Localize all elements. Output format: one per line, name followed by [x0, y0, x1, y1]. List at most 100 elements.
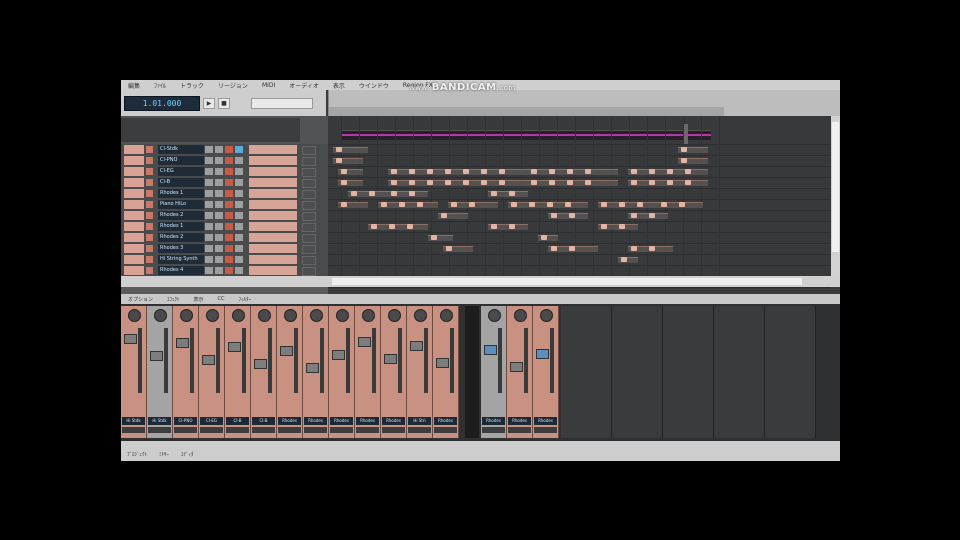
note-event[interactable] [441, 213, 447, 218]
track-row[interactable]: CI-PNO [121, 155, 328, 166]
record-enable-button[interactable] [146, 146, 153, 153]
track-number[interactable] [124, 255, 144, 264]
channel-strip[interactable]: Hi Stdk [121, 306, 147, 438]
track-row[interactable]: CI-Stdk [121, 144, 328, 155]
volume-fader[interactable] [358, 337, 371, 347]
note-event[interactable] [585, 180, 591, 185]
channel-strip[interactable]: Rhodes [481, 306, 507, 438]
mute-button[interactable] [205, 234, 213, 241]
pan-knob[interactable] [414, 309, 427, 322]
note-event[interactable] [499, 180, 505, 185]
pan-knob[interactable] [488, 309, 501, 322]
record-button[interactable] [225, 245, 233, 252]
timeline-ruler[interactable] [328, 90, 840, 116]
volume-fader[interactable] [484, 345, 497, 355]
solo-button[interactable] [215, 179, 223, 186]
track-row[interactable]: Rhodes 2 [121, 232, 328, 243]
channel-strip[interactable]: Rhodes [355, 306, 381, 438]
volume-fader[interactable] [436, 358, 449, 368]
note-event[interactable] [341, 180, 347, 185]
track-row[interactable]: Rhodes 1 [121, 188, 328, 199]
note-event[interactable] [601, 224, 607, 229]
channel-output[interactable] [330, 427, 353, 433]
track-number[interactable] [124, 266, 144, 275]
channel-strip[interactable]: Rhodes [433, 306, 459, 438]
pan-knob[interactable] [540, 309, 553, 322]
stop-button[interactable]: ■ [218, 98, 230, 109]
menu-item[interactable]: ウインドウ [352, 81, 396, 90]
channel-output[interactable] [382, 427, 405, 433]
record-enable-button[interactable] [146, 157, 153, 164]
solo-button[interactable] [215, 223, 223, 230]
volume-fader[interactable] [249, 189, 297, 198]
note-event[interactable] [481, 169, 487, 174]
solo-button[interactable] [215, 234, 223, 241]
note-event[interactable] [649, 213, 655, 218]
mute-button[interactable] [205, 256, 213, 263]
menu-item[interactable]: オーディオ [282, 81, 326, 90]
solo-button[interactable] [215, 245, 223, 252]
note-event[interactable] [499, 169, 505, 174]
track-row[interactable]: Piano HiLo [121, 199, 328, 210]
channel-output[interactable] [278, 427, 301, 433]
track-row[interactable]: Rhodes 3 [121, 243, 328, 254]
mute-button[interactable] [205, 190, 213, 197]
note-event[interactable] [391, 169, 397, 174]
input-monitor-button[interactable] [235, 267, 243, 274]
note-event[interactable] [531, 169, 537, 174]
mute-button[interactable] [205, 212, 213, 219]
note-event[interactable] [336, 158, 342, 163]
note-event[interactable] [427, 180, 433, 185]
record-enable-button[interactable] [146, 267, 153, 274]
pan-knob[interactable] [180, 309, 193, 322]
note-event[interactable] [667, 169, 673, 174]
input-monitor-button[interactable] [235, 234, 243, 241]
note-event[interactable] [649, 180, 655, 185]
pan-knob[interactable] [388, 309, 401, 322]
solo-button[interactable] [215, 190, 223, 197]
channel-strip[interactable]: Rhodes [507, 306, 533, 438]
track-number[interactable] [124, 211, 144, 220]
note-event[interactable] [631, 246, 637, 251]
record-button[interactable] [225, 256, 233, 263]
track-row[interactable]: Rhodes 4 [121, 265, 328, 276]
volume-fader[interactable] [176, 338, 189, 348]
record-enable-button[interactable] [146, 212, 153, 219]
mixer-menu-item[interactable]: ﾌｨﾙﾀｰ [232, 296, 259, 303]
record-enable-button[interactable] [146, 234, 153, 241]
mixer-menu-item[interactable]: オプション [121, 296, 160, 303]
record-button[interactable] [225, 212, 233, 219]
channel-output[interactable] [356, 427, 379, 433]
channel-output[interactable] [408, 427, 431, 433]
mute-button[interactable] [205, 245, 213, 252]
note-event[interactable] [451, 202, 457, 207]
volume-fader[interactable] [249, 266, 297, 275]
channel-strip[interactable]: Rhodes [303, 306, 329, 438]
note-event[interactable] [491, 224, 497, 229]
menu-item[interactable]: MIDI [255, 82, 282, 89]
volume-fader[interactable] [249, 255, 297, 264]
track-number[interactable] [124, 189, 144, 198]
note-event[interactable] [381, 202, 387, 207]
channel-output[interactable] [148, 427, 171, 433]
track-number[interactable] [124, 200, 144, 209]
input-monitor-button[interactable] [235, 212, 243, 219]
volume-fader[interactable] [249, 156, 297, 165]
volume-fader[interactable] [202, 355, 215, 365]
record-enable-button[interactable] [146, 190, 153, 197]
note-event[interactable] [631, 213, 637, 218]
mute-button[interactable] [205, 157, 213, 164]
note-event[interactable] [685, 180, 691, 185]
record-button[interactable] [225, 223, 233, 230]
note-event[interactable] [511, 202, 517, 207]
record-enable-button[interactable] [146, 179, 153, 186]
track-number[interactable] [124, 178, 144, 187]
note-event[interactable] [667, 180, 673, 185]
note-event[interactable] [679, 202, 685, 207]
record-enable-button[interactable] [146, 223, 153, 230]
record-button[interactable] [225, 267, 233, 274]
volume-fader[interactable] [124, 334, 137, 344]
note-event[interactable] [509, 224, 515, 229]
note-event[interactable] [551, 213, 557, 218]
note-event[interactable] [569, 246, 575, 251]
